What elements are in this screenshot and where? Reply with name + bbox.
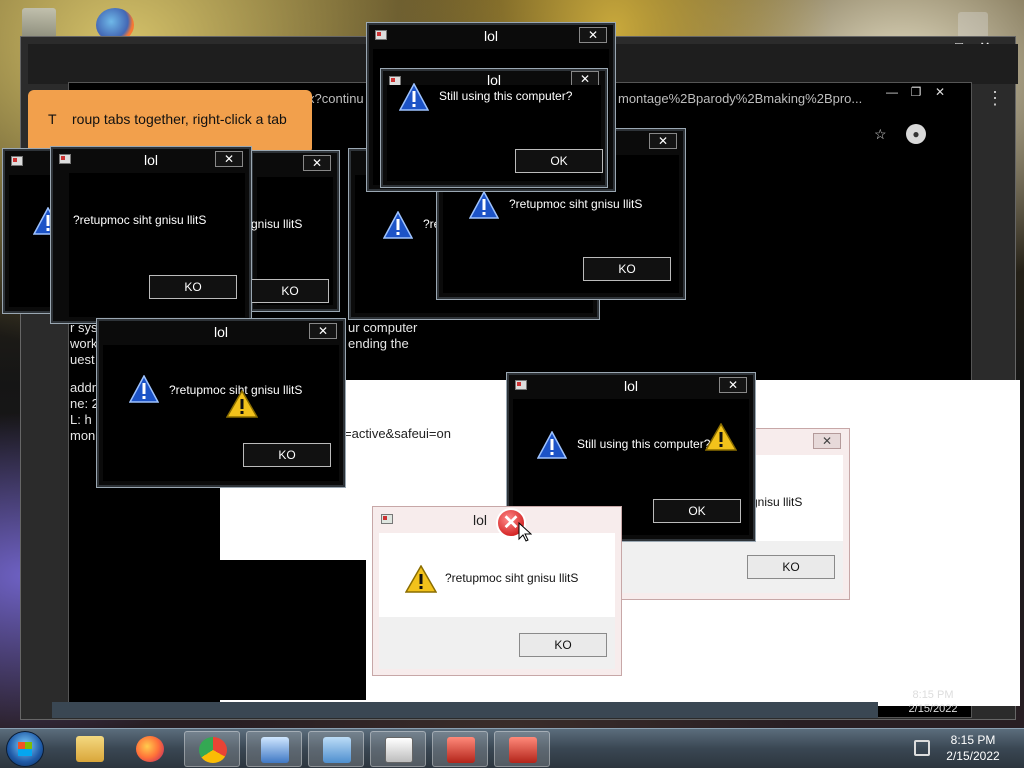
url-fragment-right: montage%2Bparody%2Bmaking%2Bpro... bbox=[618, 91, 863, 106]
ghost-clock: 8:15 PM 2/15/2022 bbox=[898, 688, 968, 716]
page-text-line: ending the bbox=[348, 336, 409, 351]
close-icon[interactable]: ✕ bbox=[719, 377, 747, 393]
dialog-lol-reversed: lol ✕ ?retupmoc siht gnisu llitS KO bbox=[50, 146, 252, 324]
warning-icon bbox=[705, 423, 737, 451]
control-panel-icon bbox=[323, 737, 351, 763]
taskbar-file-explorer[interactable] bbox=[62, 731, 118, 767]
close-icon[interactable]: ✕ bbox=[649, 133, 677, 149]
ko-button[interactable]: KO bbox=[519, 633, 607, 657]
minimize-icon[interactable]: — bbox=[880, 84, 904, 100]
toolbox-icon bbox=[447, 737, 475, 763]
dialog-title: lol bbox=[213, 324, 228, 340]
profile-avatar-icon[interactable]: ● bbox=[906, 124, 926, 144]
taskbar-control-panel[interactable] bbox=[308, 731, 364, 767]
inner-window-controls: — ❐ ✕ bbox=[880, 84, 952, 100]
tab-group-tooltip: T roup tabs together, right-click a tab bbox=[28, 90, 312, 154]
close-icon[interactable]: ✕ bbox=[309, 323, 337, 339]
ko-button[interactable]: KO bbox=[251, 279, 329, 303]
start-button[interactable] bbox=[6, 731, 44, 767]
computer-icon bbox=[261, 737, 289, 763]
dialog-still-using-front: lol ✕ Still using this computer? OK bbox=[380, 68, 608, 188]
close-icon[interactable]: ✕ bbox=[928, 84, 952, 100]
folder-icon bbox=[76, 736, 104, 762]
dialog-title: lol bbox=[483, 28, 498, 44]
taskbar-chrome[interactable] bbox=[184, 731, 240, 767]
taskbar-clock[interactable]: 8:15 PM 2/15/2022 bbox=[930, 732, 1016, 764]
dialog-message: ?retupmoc siht gnisu llitS bbox=[509, 197, 643, 211]
page-text-fragment: mon bbox=[70, 428, 96, 443]
taskbar-window[interactable] bbox=[370, 731, 426, 767]
recycle-bin-icon[interactable] bbox=[22, 8, 56, 38]
close-icon[interactable]: ✕ bbox=[579, 27, 607, 43]
tooltip-lead: T bbox=[48, 111, 57, 127]
dialog-lol-reversed-mid: lol ✕ ?retupmoc siht gnisu llitS KO bbox=[96, 318, 346, 488]
window-icon bbox=[385, 737, 413, 763]
ko-button[interactable]: KO bbox=[583, 257, 671, 281]
taskbar-firefox[interactable] bbox=[122, 731, 178, 767]
close-icon[interactable]: ✕ bbox=[303, 155, 331, 171]
info-warning-icon bbox=[537, 431, 567, 459]
info-warning-icon bbox=[129, 375, 159, 403]
clock-time: 8:15 PM bbox=[950, 733, 996, 747]
info-warning-icon bbox=[383, 211, 413, 239]
dialog-title: lol bbox=[623, 378, 638, 394]
ko-button[interactable]: KO bbox=[747, 555, 835, 579]
url-fragment-left: x?continu bbox=[308, 91, 364, 106]
warning-icon bbox=[226, 390, 258, 418]
ghost-clock-date: 2/15/2022 bbox=[908, 703, 958, 715]
info-warning-icon bbox=[469, 191, 499, 219]
dialog-message: gnisu llitS bbox=[751, 495, 803, 509]
dialog-message: gnisu llitS bbox=[251, 217, 303, 231]
dialog-message: ?retupmoc siht gnisu llitS bbox=[445, 571, 579, 585]
page-text-line: ur computer bbox=[348, 320, 418, 335]
restore-icon[interactable]: ❐ bbox=[904, 84, 928, 100]
page-text-fragment: uest bbox=[70, 352, 95, 367]
page-content-black bbox=[72, 560, 366, 700]
ok-button[interactable]: OK bbox=[515, 149, 603, 173]
toolbox-icon bbox=[509, 737, 537, 763]
ghost-clock-time: 8:15 PM bbox=[912, 689, 954, 701]
dialog-light-bottom: lol ?retupmoc siht gnisu llitS KO bbox=[372, 506, 622, 676]
network-tray-icon[interactable] bbox=[914, 740, 930, 756]
page-text-fragment: L: h bbox=[70, 412, 92, 427]
taskbar-computer[interactable] bbox=[246, 731, 302, 767]
ok-button[interactable]: OK bbox=[653, 499, 741, 523]
taskbar-app-red-2[interactable] bbox=[494, 731, 550, 767]
taskbar bbox=[0, 728, 1024, 768]
more-menu-icon[interactable]: ⋮ bbox=[986, 88, 1004, 110]
mouse-cursor-icon bbox=[518, 522, 532, 542]
window-app-icon bbox=[381, 514, 393, 524]
dialog-message: Still using this computer? bbox=[577, 437, 711, 451]
warning-icon bbox=[405, 565, 437, 593]
page-text-fragment: ne: 2 bbox=[70, 396, 99, 411]
taskbar-app-red-1[interactable] bbox=[432, 731, 488, 767]
bookmark-star-icon[interactable]: ☆ bbox=[874, 124, 892, 144]
dialog-message: Still using this computer? bbox=[439, 89, 573, 103]
ko-button[interactable]: KO bbox=[243, 443, 331, 467]
info-warning-icon bbox=[399, 83, 429, 111]
window-app-icon bbox=[11, 156, 23, 166]
chrome-icon bbox=[199, 737, 227, 763]
page-text-fragment: work bbox=[70, 336, 98, 351]
close-icon[interactable]: ✕ bbox=[215, 151, 243, 167]
firefox-icon bbox=[136, 736, 164, 762]
tooltip-text: roup tabs together, right-click a tab bbox=[72, 111, 287, 127]
close-icon[interactable]: ✕ bbox=[813, 433, 841, 449]
ko-button[interactable]: KO bbox=[149, 275, 237, 299]
page-text-line: =active&safeui=on bbox=[344, 426, 451, 441]
clock-date: 2/15/2022 bbox=[946, 749, 1000, 763]
dialog-reversed-behind: ✕ gnisu llitS KO bbox=[250, 150, 340, 312]
ghost-taskbar bbox=[52, 702, 878, 718]
dialog-message: ?retupmoc siht gnisu llitS bbox=[73, 213, 207, 227]
page-text-fragment: addr bbox=[70, 380, 97, 395]
